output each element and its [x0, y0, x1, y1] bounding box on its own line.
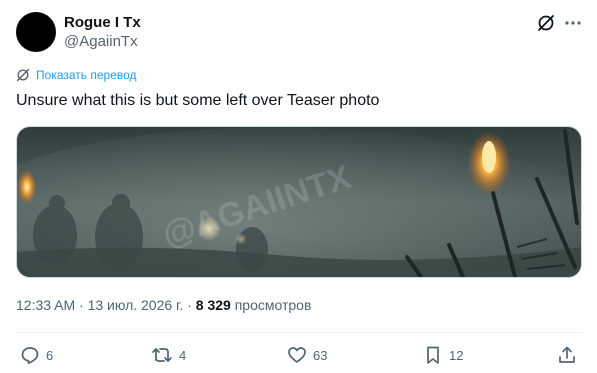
action-bar: 6 4 63 12	[16, 343, 582, 367]
bookmark-count: 12	[449, 347, 464, 363]
views-label: просмотров	[230, 297, 312, 313]
show-translation-link[interactable]: Показать перевод	[16, 68, 137, 82]
repost-count: 4	[179, 347, 187, 363]
avatar[interactable]	[16, 12, 56, 52]
share-icon	[559, 346, 575, 363]
like-count: 63	[313, 347, 328, 363]
author-handle[interactable]: @AgaiinTx	[64, 33, 138, 50]
grok-icon	[538, 15, 554, 31]
translate-icon	[16, 68, 30, 82]
author-name[interactable]: Rogue I Tx	[64, 14, 141, 31]
more-icon	[565, 21, 581, 25]
divider	[16, 332, 582, 333]
timestamp[interactable]: 12:33 AM · 13 июл. 2026 г. ·	[16, 297, 196, 313]
tweet-media-image[interactable]: @AGAIINTX	[16, 126, 582, 278]
reply-button[interactable]: 6	[20, 343, 53, 367]
bookmark-icon	[427, 346, 439, 364]
like-button[interactable]: 63	[287, 343, 327, 367]
grok-button[interactable]	[535, 12, 557, 34]
reply-count: 6	[46, 347, 54, 363]
translate-label: Показать перевод	[36, 68, 137, 82]
more-options-button[interactable]	[562, 12, 584, 34]
repost-button[interactable]: 4	[151, 343, 186, 367]
reply-icon	[21, 347, 39, 365]
media-photo: @AGAIINTX	[17, 127, 581, 277]
share-button[interactable]	[557, 343, 577, 367]
tweet-meta: 12:33 AM · 13 июл. 2026 г. · 8 329 просм…	[16, 297, 311, 313]
repost-icon	[152, 348, 172, 362]
heart-icon	[288, 347, 306, 363]
views-count: 8 329	[195, 297, 231, 313]
tweet-text: Unsure what this is but some left over T…	[16, 92, 380, 109]
bookmark-button[interactable]: 12	[423, 343, 463, 367]
